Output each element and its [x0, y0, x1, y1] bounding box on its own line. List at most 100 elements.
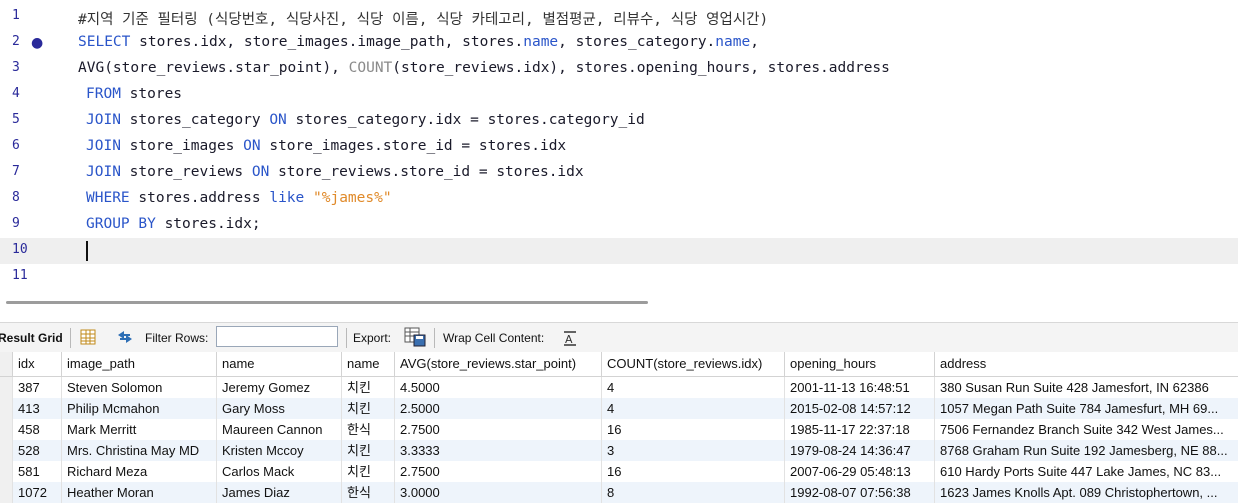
- column-header[interactable]: COUNT(store_reviews.idx): [601, 352, 784, 376]
- table-cell[interactable]: 1057 Megan Path Suite 784 Jamesfurt, MH …: [934, 398, 1238, 419]
- code-token: stores.idx;: [155, 216, 261, 232]
- table-row[interactable]: 458 Mark Merritt Maureen Cannon 한식 2.7500 16 1…: [0, 419, 1238, 440]
- table-cell[interactable]: 581: [12, 461, 61, 482]
- table-cell[interactable]: 387: [12, 377, 61, 398]
- export-icon[interactable]: [404, 327, 426, 350]
- table-cell[interactable]: 3.0000: [394, 482, 601, 503]
- table-cell[interactable]: 한식: [341, 482, 394, 503]
- line-number: 8: [12, 190, 20, 205]
- column-header[interactable]: opening_hours: [784, 352, 934, 376]
- table-row[interactable]: 581 Richard Meza Carlos Mack 치킨 2.7500 16 2007…: [0, 461, 1238, 482]
- table-cell[interactable]: 4.5000: [394, 377, 601, 398]
- editor-line[interactable]: 9 GROUP BY stores.idx;: [0, 212, 1238, 238]
- table-cell[interactable]: Gary Moss: [216, 398, 341, 419]
- table-cell[interactable]: 치킨: [341, 398, 394, 419]
- editor-horizontal-scrollbar[interactable]: [6, 301, 648, 304]
- result-grid-label[interactable]: Result Grid: [0, 331, 63, 345]
- table-cell[interactable]: 528: [12, 440, 61, 461]
- toolbar-separator: [346, 328, 347, 348]
- column-header[interactable]: name: [341, 352, 394, 376]
- column-header[interactable]: address: [934, 352, 1238, 376]
- column-header[interactable]: image_path: [61, 352, 216, 376]
- code-token: JOIN: [86, 138, 121, 154]
- code-token: FROM: [86, 86, 121, 102]
- table-cell[interactable]: 1992-08-07 07:56:38: [784, 482, 934, 503]
- table-cell[interactable]: 413: [12, 398, 61, 419]
- table-cell[interactable]: 치킨: [341, 377, 394, 398]
- table-cell[interactable]: 1072: [12, 482, 61, 503]
- table-cell[interactable]: 1979-08-24 14:36:47: [784, 440, 934, 461]
- line-number: 10: [12, 242, 28, 257]
- table-cell[interactable]: 458: [12, 419, 61, 440]
- table-cell[interactable]: Philip Mcmahon: [61, 398, 216, 419]
- table-cell[interactable]: 1623 James Knolls Apt. 089 Christopherto…: [934, 482, 1238, 503]
- table-row[interactable]: 528 Mrs. Christina May MD Kristen Mccoy 치킨 3…: [0, 440, 1238, 461]
- table-cell[interactable]: 8768 Graham Run Suite 192 Jamesberg, NE …: [934, 440, 1238, 461]
- table-cell[interactable]: James Diaz: [216, 482, 341, 503]
- editor-line[interactable]: 6 JOIN store_images ON store_images.store…: [0, 134, 1238, 160]
- column-header[interactable]: AVG(store_reviews.star_point): [394, 352, 601, 376]
- editor-line[interactable]: 1 #지역 기준 필터링 (식당번호, 식당사진, 식당 이름, 식당 카테고리,…: [0, 4, 1238, 30]
- table-cell[interactable]: 3.3333: [394, 440, 601, 461]
- table-cell[interactable]: 4: [601, 377, 784, 398]
- code-token: ON: [251, 164, 270, 180]
- editor-line[interactable]: 8 WHERE stores.address like "%james%": [0, 186, 1238, 212]
- code-token: SELECT: [78, 34, 131, 50]
- table-cell[interactable]: Jeremy Gomez: [216, 377, 341, 398]
- code-text: JOIN store_reviews ON store_reviews.stor…: [86, 164, 584, 180]
- table-cell[interactable]: 610 Hardy Ports Suite 447 Lake James, NC…: [934, 461, 1238, 482]
- table-cell[interactable]: 2.7500: [394, 461, 601, 482]
- editor-line[interactable]: 2 ● SELECT stores.idx, store_images.image_…: [0, 30, 1238, 56]
- code-token: like: [269, 190, 305, 206]
- svg-text:A: A: [565, 333, 573, 346]
- table-cell[interactable]: 3: [601, 440, 784, 461]
- table-cell[interactable]: 2001-11-13 16:48:51: [784, 377, 934, 398]
- code-token: "%james%": [313, 190, 392, 206]
- table-row[interactable]: 387 Steven Solomon Jeremy Gomez 치킨 4.5000 4 20…: [0, 377, 1238, 398]
- filter-rows-input[interactable]: [216, 326, 338, 347]
- table-cell[interactable]: 치킨: [341, 440, 394, 461]
- editor-line[interactable]: 11: [0, 264, 1238, 290]
- editor-line[interactable]: 10: [0, 238, 1238, 264]
- editor-line[interactable]: 3 AVG(store_reviews.star_point), COUNT(st…: [0, 56, 1238, 82]
- editor-line[interactable]: 4 FROM stores: [0, 82, 1238, 108]
- table-cell[interactable]: Heather Moran: [61, 482, 216, 503]
- table-cell[interactable]: Mark Merritt: [61, 419, 216, 440]
- table-cell[interactable]: 16: [601, 419, 784, 440]
- table-cell[interactable]: 2.5000: [394, 398, 601, 419]
- code-text: SELECT stores.idx, store_images.image_pa…: [78, 34, 759, 50]
- table-row[interactable]: 1072 Heather Moran James Diaz 한식 3.0000 8 1992…: [0, 482, 1238, 503]
- table-cell[interactable]: 16: [601, 461, 784, 482]
- code-token: name: [523, 34, 559, 50]
- code-token: ON: [243, 138, 261, 154]
- editor-line[interactable]: 5 JOIN stores_category ON stores_category…: [0, 108, 1238, 134]
- table-cell[interactable]: Carlos Mack: [216, 461, 341, 482]
- code-token: AVG: [78, 60, 105, 76]
- editor-line[interactable]: 7 JOIN store_reviews ON store_reviews.sto…: [0, 160, 1238, 186]
- table-cell[interactable]: 8: [601, 482, 784, 503]
- table-cell[interactable]: Maureen Cannon: [216, 419, 341, 440]
- table-cell[interactable]: 한식: [341, 419, 394, 440]
- sql-editor[interactable]: 1 #지역 기준 필터링 (식당번호, 식당사진, 식당 이름, 식당 카테고리,…: [0, 0, 1238, 300]
- table-cell[interactable]: 치킨: [341, 461, 394, 482]
- table-row[interactable]: 413 Philip Mcmahon Gary Moss 치킨 2.5000 4 2015-…: [0, 398, 1238, 419]
- code-token: store_images: [120, 138, 244, 154]
- table-cell[interactable]: Steven Solomon: [61, 377, 216, 398]
- table-cell[interactable]: Richard Meza: [61, 461, 216, 482]
- line-number: 7: [12, 164, 20, 179]
- table-cell[interactable]: Mrs. Christina May MD: [61, 440, 216, 461]
- table-cell[interactable]: 2007-06-29 05:48:13: [784, 461, 934, 482]
- wrap-text-icon[interactable]: A: [562, 330, 578, 349]
- column-header[interactable]: name: [216, 352, 341, 376]
- refresh-icon[interactable]: [116, 329, 134, 348]
- table-cell[interactable]: Kristen Mccoy: [216, 440, 341, 461]
- table-cell[interactable]: 4: [601, 398, 784, 419]
- table-cell[interactable]: 380 Susan Run Suite 428 Jamesfort, IN 62…: [934, 377, 1238, 398]
- column-header[interactable]: idx: [12, 352, 61, 376]
- table-cell[interactable]: 1985-11-17 22:37:18: [784, 419, 934, 440]
- grid-layout-icon[interactable]: [80, 329, 96, 348]
- table-cell[interactable]: 2.7500: [394, 419, 601, 440]
- table-cell[interactable]: 2015-02-08 14:57:12: [784, 398, 934, 419]
- table-cell[interactable]: 7506 Fernandez Branch Suite 342 West Jam…: [934, 419, 1238, 440]
- toolbar-separator: [434, 328, 435, 348]
